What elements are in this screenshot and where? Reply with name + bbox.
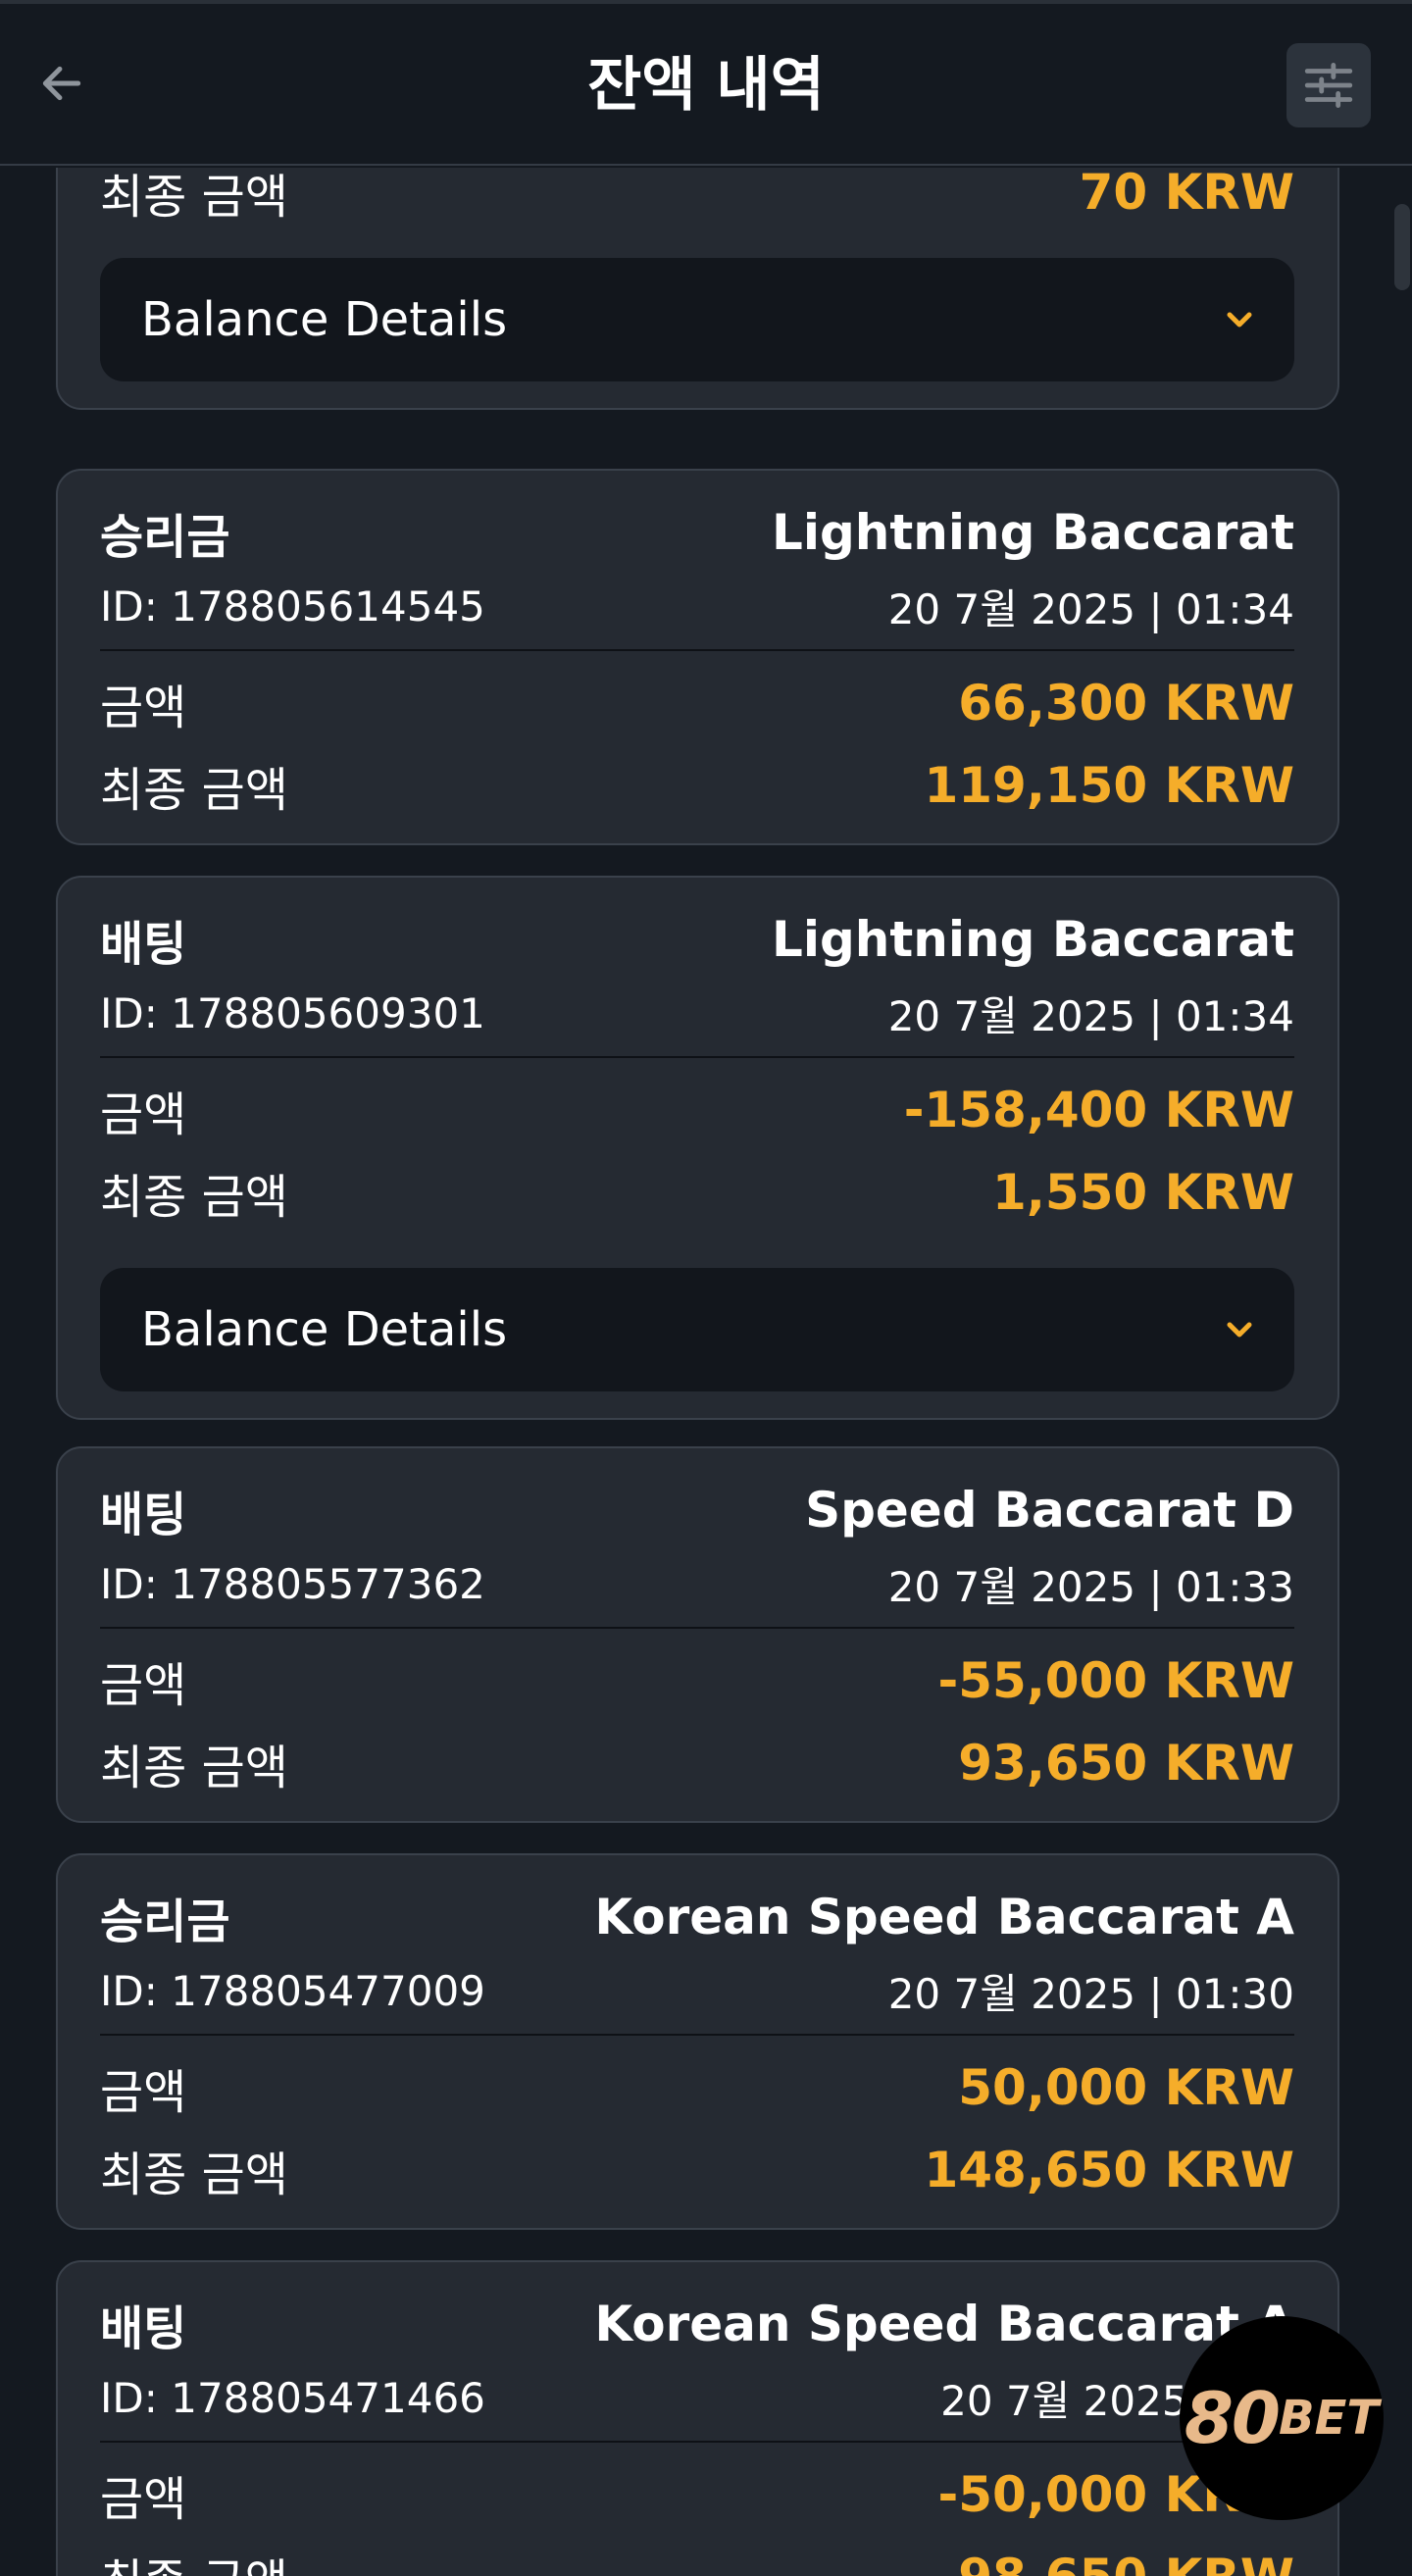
amount-value: -55,000 KRW (937, 1652, 1294, 1709)
transaction-datetime: 20 7월 2025 | 01:30 (887, 1970, 1294, 2018)
final-amount-value: 148,650 KRW (924, 2142, 1294, 2198)
final-amount-label: 최종 금액 (100, 1170, 288, 1225)
game-name: Lightning Baccarat (772, 911, 1294, 968)
card-divider (100, 1627, 1294, 1629)
transaction-datetime: 20 7월 2025 | 01:34 (887, 585, 1294, 633)
transaction-id: ID: 178805609301 (100, 989, 485, 1037)
balance-details-label: Balance Details (141, 1302, 508, 1357)
chevron-down-icon (1220, 1310, 1259, 1349)
transaction-id: ID: 178805477009 (100, 1967, 485, 2015)
transaction-type: 배팅 (100, 1488, 187, 1542)
transaction-card: 최종 금액 70 KRW Balance Details (56, 168, 1339, 410)
card-divider (100, 2441, 1294, 2443)
amount-label: 금액 (100, 2472, 187, 2527)
final-amount-label: 최종 금액 (100, 2147, 288, 2202)
transaction-type: 배팅 (100, 2301, 187, 2356)
card-divider (100, 649, 1294, 651)
amount-value: 50,000 KRW (958, 2059, 1294, 2116)
transaction-type: 승리금 (100, 1894, 230, 1949)
game-name: Korean Speed Baccarat A (594, 2296, 1294, 2352)
amount-value: 66,300 KRW (958, 675, 1294, 732)
amount-label: 금액 (100, 2065, 187, 2120)
final-amount-value: 1,550 KRW (992, 1164, 1294, 1221)
amount-label: 금액 (100, 1658, 187, 1713)
transaction-type: 배팅 (100, 917, 187, 972)
transaction-id: ID: 178805471466 (100, 2374, 485, 2422)
transaction-card: 배팅 Speed Baccarat D ID: 178805577362 20 … (56, 1446, 1339, 1823)
chevron-down-icon (1220, 300, 1259, 339)
game-name: Lightning Baccarat (772, 504, 1294, 561)
logo-text: BET (1279, 2391, 1380, 2446)
logo-number: 80 (1184, 2377, 1281, 2459)
transaction-card: 배팅 Lightning Baccarat ID: 178805609301 2… (56, 876, 1339, 1420)
final-amount-label: 최종 금액 (100, 2543, 288, 2576)
transaction-card: 승리금 Korean Speed Baccarat A ID: 17880547… (56, 1853, 1339, 2230)
final-amount-label: 최종 금액 (100, 763, 288, 818)
transaction-type: 승리금 (100, 510, 230, 565)
game-name: Korean Speed Baccarat A (594, 1889, 1294, 1945)
final-amount-value: 98,650 KRW (958, 2549, 1294, 2576)
final-amount-value: 119,150 KRW (924, 757, 1294, 814)
filter-button[interactable] (1286, 43, 1371, 127)
transaction-datetime: 20 7월 2025 | 01:34 (887, 992, 1294, 1040)
final-amount-value: 93,650 KRW (958, 1735, 1294, 1792)
page-title: 잔액 내역 (587, 51, 825, 120)
transaction-id: ID: 178805614545 (100, 582, 485, 631)
amount-value: -158,400 KRW (903, 1082, 1294, 1138)
final-amount-label: 최종 금액 (100, 1741, 288, 1795)
balance-details-button[interactable]: Balance Details (100, 258, 1294, 381)
transaction-card: 배팅 Korean Speed Baccarat A ID: 178805471… (56, 2260, 1339, 2576)
card-divider (100, 2034, 1294, 2036)
sliders-icon (1304, 63, 1353, 108)
balance-details-button[interactable]: Balance Details (100, 1268, 1294, 1391)
card-divider (100, 1056, 1294, 1058)
transaction-id: ID: 178805577362 (100, 1560, 485, 1608)
game-name: Speed Baccarat D (805, 1482, 1294, 1539)
final-amount-label: 최종 금액 (100, 170, 288, 225)
transaction-datetime: 20 7월 2025 | 01:33 (887, 1563, 1294, 1611)
app-header: 잔액 내역 (0, 4, 1412, 166)
final-amount-value: 70 KRW (1079, 168, 1294, 221)
amount-label: 금액 (100, 1087, 187, 1142)
transaction-card: 승리금 Lightning Baccarat ID: 178805614545 … (56, 469, 1339, 845)
transaction-list[interactable]: 최종 금액 70 KRW Balance Details 승리금 Lightni… (0, 168, 1412, 2576)
scrollbar-thumb[interactable] (1394, 204, 1410, 290)
amount-label: 금액 (100, 681, 187, 735)
balance-details-label: Balance Details (141, 292, 508, 347)
brand-logo-badge[interactable]: 80 BET (1180, 2316, 1384, 2520)
